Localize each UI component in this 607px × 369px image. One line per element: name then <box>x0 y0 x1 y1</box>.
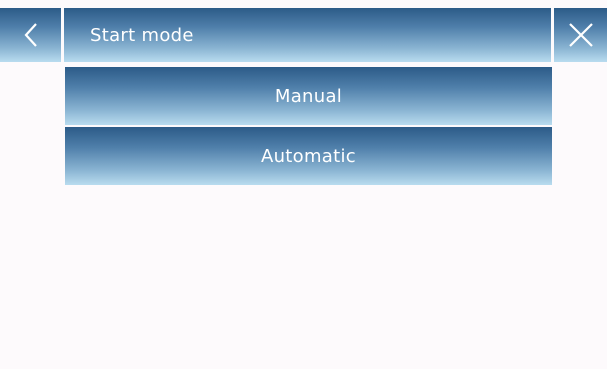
start-mode-screen: Start mode Manual Automatic <box>0 0 607 369</box>
close-button[interactable] <box>554 8 607 62</box>
header-title-bar: Start mode <box>64 8 551 62</box>
option-manual-button[interactable]: Manual <box>65 67 552 125</box>
chevron-left-icon <box>23 22 39 48</box>
option-label: Manual <box>274 85 343 107</box>
page-title: Start mode <box>90 24 194 46</box>
option-automatic-button[interactable]: Automatic <box>65 127 552 185</box>
close-icon <box>568 22 594 48</box>
option-label: Automatic <box>260 145 356 167</box>
back-button[interactable] <box>0 8 61 62</box>
